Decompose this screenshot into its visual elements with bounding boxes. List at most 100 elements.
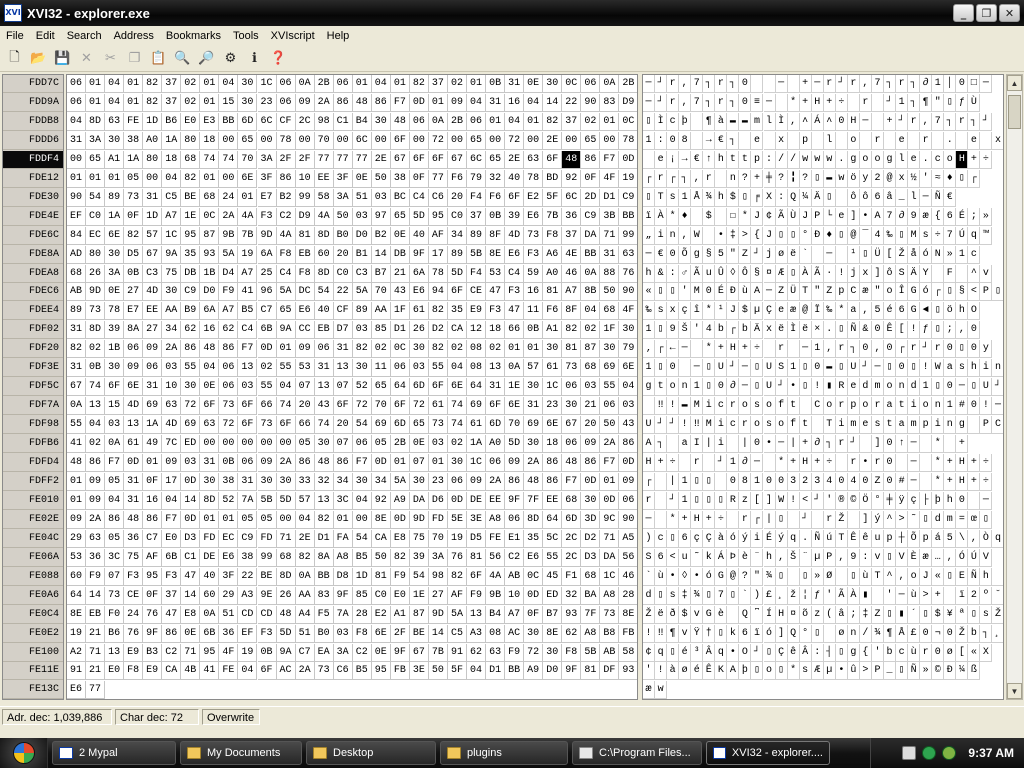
char-cell[interactable]: 0 [932, 643, 945, 662]
hex-byte-cell[interactable]: 06 [276, 93, 296, 112]
char-cell[interactable]: * [932, 435, 945, 454]
char-cell[interactable]: ├ [920, 491, 933, 510]
hex-byte-cell[interactable]: 89 [352, 302, 372, 321]
char-cell[interactable]: T [871, 567, 884, 586]
hex-byte-cell[interactable]: C4 [505, 264, 525, 283]
hex-byte-cell[interactable]: 02 [581, 321, 601, 340]
hex-byte-cell[interactable]: DA [600, 548, 620, 567]
hex-byte-cell[interactable]: 02 [448, 435, 467, 454]
hex-byte-cell[interactable]: 43 [314, 397, 334, 416]
char-cell[interactable]: e [835, 207, 848, 226]
hex-byte-cell[interactable]: EC [219, 529, 239, 548]
char-cell[interactable]: q [655, 643, 668, 662]
char-cell[interactable]: g [847, 643, 860, 662]
hex-byte-cell[interactable]: 75 [162, 264, 182, 283]
hex-byte-cell[interactable]: 5B [581, 643, 601, 662]
hex-byte-cell[interactable]: 37 [467, 207, 487, 226]
hex-byte-cell[interactable]: 09 [448, 93, 467, 112]
char-cell[interactable]: # [956, 397, 969, 416]
hex-byte-cell[interactable]: 9F [333, 586, 353, 605]
hex-byte-cell[interactable]: 6F [200, 397, 220, 416]
hex-byte-cell[interactable]: 2D [581, 188, 601, 207]
char-cell[interactable]: ┘ [727, 359, 740, 378]
char-cell[interactable]: ─ [763, 283, 776, 302]
char-cell[interactable]: p [799, 131, 812, 150]
hex-byte-cell[interactable]: 47 [181, 567, 201, 586]
char-cell[interactable]: • [727, 643, 740, 662]
hex-byte-cell[interactable]: 03 [409, 359, 429, 378]
char-cell[interactable]: : [859, 548, 872, 567]
hex-byte-cell[interactable]: 10 [162, 378, 182, 397]
char-cell[interactable]: µ [811, 548, 824, 567]
hex-byte-cell[interactable]: B7 [543, 605, 563, 624]
char-cell[interactable]: ° [871, 491, 884, 510]
char-cell[interactable]: a [847, 302, 860, 321]
hex-byte-cell[interactable]: 00 [143, 169, 163, 188]
hex-byte-cell[interactable]: 3D [581, 510, 601, 529]
hex-byte-cell[interactable]: 09 [162, 454, 182, 472]
char-cell[interactable]: e [968, 131, 981, 150]
char-cell[interactable]: ─ [956, 378, 969, 397]
char-cell[interactable]: ▯ [667, 283, 680, 302]
menu-search[interactable]: Search [61, 30, 108, 42]
hex-byte-cell[interactable]: 9D [86, 283, 106, 302]
char-cell[interactable]: ý [871, 510, 884, 529]
char-cell[interactable]: d [908, 378, 921, 397]
hex-byte-cell[interactable]: D1 [486, 662, 506, 681]
char-cell[interactable]: [ [896, 321, 909, 340]
hex-byte-cell[interactable]: 9F [505, 491, 525, 510]
hex-byte-cell[interactable]: FD [200, 529, 220, 548]
hex-byte-cell[interactable]: DE [200, 548, 220, 567]
hex-byte-cell[interactable]: 00 [562, 131, 582, 150]
hex-byte-cell[interactable]: F8 [543, 226, 563, 245]
menu-edit[interactable]: Edit [30, 30, 61, 42]
hex-byte-cell[interactable]: 9B [486, 586, 506, 605]
char-cell[interactable]: Z [871, 472, 884, 491]
char-cell[interactable]: n [847, 624, 860, 643]
char-cell[interactable]: ¸ [775, 586, 788, 605]
hex-byte-cell[interactable]: BE [181, 188, 201, 207]
hex-byte-cell[interactable]: 4D [162, 416, 182, 435]
char-cell[interactable]: ▯ [643, 188, 656, 207]
char-cell[interactable]: U [763, 359, 776, 378]
hex-byte-cell[interactable]: C0 [333, 264, 353, 283]
char-cell[interactable]: ─ [643, 510, 656, 529]
char-cell[interactable]: H [956, 454, 969, 472]
char-cell[interactable]: j [847, 264, 860, 283]
char-cell[interactable] [968, 491, 981, 510]
char-cell[interactable]: ï [751, 624, 764, 643]
char-cell[interactable]: 0 [715, 378, 728, 397]
hex-byte-cell[interactable]: F6 [448, 169, 467, 188]
hex-byte-cell[interactable]: 86 [86, 454, 106, 472]
char-cell[interactable]: U [980, 378, 993, 397]
char-cell[interactable]: Ä [811, 188, 824, 207]
hex-byte-cell[interactable]: BB [619, 208, 637, 226]
char-cell[interactable]: Ç [703, 529, 716, 548]
hex-byte-cell[interactable]: 0C [524, 567, 544, 586]
char-cell[interactable]: U [847, 359, 860, 378]
char-cell[interactable]: ▬ [823, 359, 836, 378]
settings-icon[interactable]: ⚙ [220, 48, 241, 69]
hex-byte-cell[interactable]: 0D [371, 454, 391, 472]
hex-byte-cell[interactable]: 77 [333, 150, 353, 169]
hex-byte-cell[interactable]: 03 [238, 378, 258, 397]
hex-byte-cell[interactable]: A7 [219, 302, 239, 321]
char-cell[interactable]: < [799, 491, 812, 510]
char-cell[interactable]: ┼ [896, 529, 909, 548]
hex-byte-cell[interactable]: E6 [409, 283, 429, 302]
char-cell[interactable]: ÷ [751, 340, 764, 359]
char-cell[interactable]: â [835, 605, 848, 624]
char-cell[interactable]: h [715, 150, 728, 169]
hex-byte-cell[interactable]: 0A [295, 75, 315, 93]
char-cell[interactable]: ` [799, 245, 812, 264]
char-cell[interactable]: ó [703, 567, 716, 586]
hex-byte-cell[interactable]: 6F [238, 397, 258, 416]
hex-byte-cell[interactable]: 02 [86, 340, 106, 359]
hex-byte-cell[interactable]: 67 [390, 150, 410, 169]
hex-byte-cell[interactable]: 6B [162, 548, 182, 567]
char-cell[interactable]: r [655, 169, 668, 188]
hex-byte-cell[interactable]: 11 [524, 302, 544, 321]
hex-byte-cell[interactable]: E9 [124, 643, 144, 662]
char-cell[interactable]: ▯ [799, 567, 812, 586]
hex-byte-cell[interactable]: 00 [600, 131, 620, 150]
